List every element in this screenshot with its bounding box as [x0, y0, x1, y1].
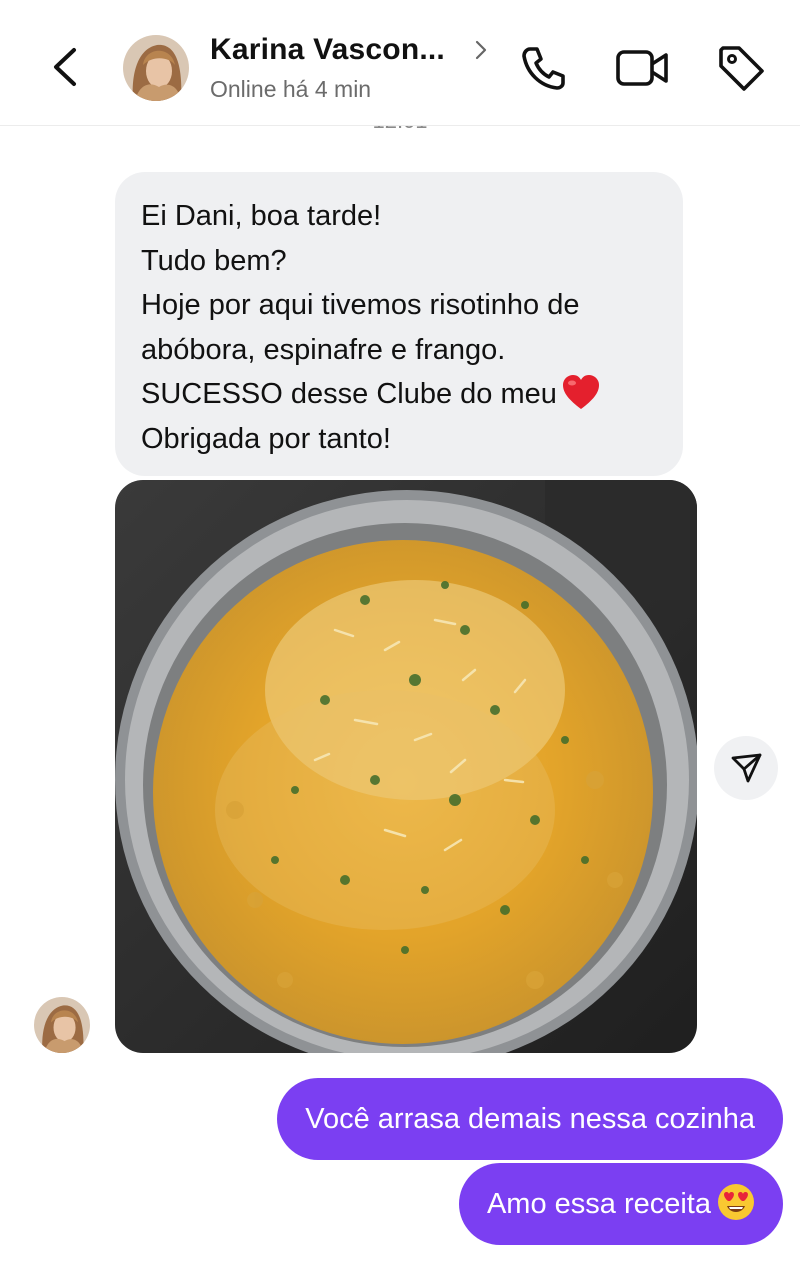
label-button[interactable]: [713, 40, 769, 96]
message-line-with-emoji: SUCESSO desse Clube do meu: [141, 372, 657, 417]
message-line: Tudo bem?: [141, 244, 287, 277]
online-status: Online há 4 min: [210, 76, 372, 102]
contact-name[interactable]: Karina Vascon...: [210, 33, 445, 67]
video-call-button[interactable]: [614, 40, 670, 96]
outgoing-message-bubble[interactable]: Amo essa receita: [458, 1163, 783, 1245]
share-button[interactable]: [714, 736, 778, 800]
sender-avatar[interactable]: [34, 997, 90, 1053]
call-button[interactable]: [516, 40, 572, 96]
contact-avatar[interactable]: [123, 35, 189, 101]
video-camera-icon: [616, 50, 668, 86]
heart-eyes-emoji-icon: [718, 1184, 754, 1220]
message-line: Obrigada por tanto!: [141, 422, 391, 455]
risotto-photo[interactable]: [115, 480, 697, 1053]
red-heart-emoji-icon: [562, 375, 599, 410]
back-button[interactable]: [44, 42, 88, 92]
send-arrow-icon: [731, 753, 762, 783]
chevron-right-icon[interactable]: [474, 38, 488, 69]
message-line: Hoje por aqui tivemos risotinho de: [141, 289, 580, 322]
outgoing-message-text: Você arrasa demais nessa cozinha: [305, 1103, 755, 1135]
chat-header: Karina Vascon... Online há 4 min: [0, 0, 800, 126]
outgoing-message-bubble[interactable]: Você arrasa demais nessa cozinha: [277, 1078, 783, 1160]
phone-icon: [522, 47, 565, 90]
message-line: Ei Dani, boa tarde!: [141, 200, 382, 232]
incoming-message-bubble[interactable]: Ei Dani, boa tarde! Tudo bem? Hoje por a…: [115, 172, 683, 476]
outgoing-message-text: Amo essa receita: [486, 1188, 711, 1220]
message-line: abóbora, espinafre e frango.: [141, 333, 506, 366]
tag-icon: [719, 46, 764, 91]
message-line-text: SUCESSO desse Clube do meu: [141, 378, 557, 411]
back-arrow-icon: [54, 48, 76, 86]
